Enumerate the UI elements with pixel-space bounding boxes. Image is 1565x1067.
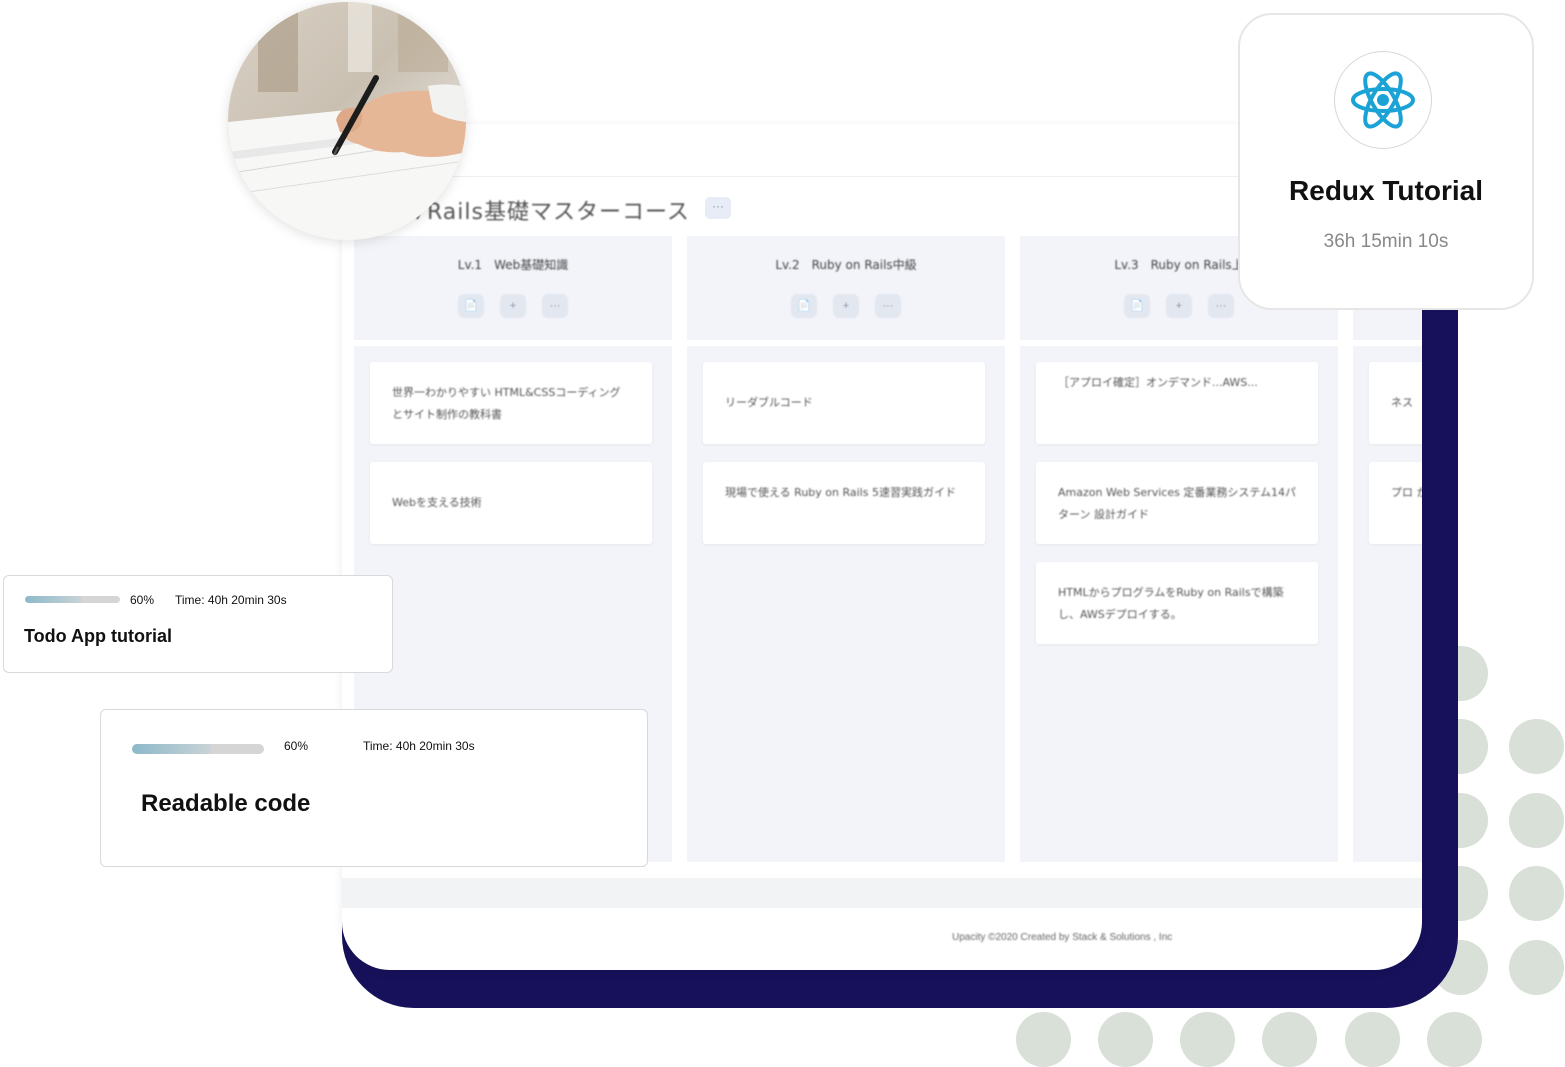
card-title: Webを支える技術 xyxy=(392,496,482,509)
card-title: ネス xyxy=(1391,396,1413,409)
card-title: リーダブルコード xyxy=(725,396,813,409)
course-time: 36h 15min 10s xyxy=(1323,231,1449,252)
document-icon[interactable]: 📄 xyxy=(458,294,484,318)
board-column: ネス プロ からい xyxy=(1353,236,1422,862)
book-card[interactable]: Webを支える技術 xyxy=(370,462,652,544)
book-card[interactable]: リーダブルコード xyxy=(703,362,985,444)
board-column: Lv.2 Ruby on Rails中級 📄 + ··· リーダブルコード 現場で使… xyxy=(687,236,1005,862)
todo-course-card[interactable]: 60% Time: 40h 20min 30s Todo App tutoria… xyxy=(3,575,393,673)
horizontal-scrollbar[interactable] xyxy=(342,878,1422,908)
card-title: プロ からい xyxy=(1391,486,1422,499)
decor-dot xyxy=(1509,940,1564,995)
decor-dot xyxy=(1098,1012,1153,1067)
course-title: Todo App tutorial xyxy=(24,626,172,646)
card-title: 現場で使える Ruby on Rails 5速習実践ガイド xyxy=(725,486,956,499)
decor-dot xyxy=(1509,719,1564,774)
course-time: Time: 40h 20min 30s xyxy=(175,593,287,607)
course-title: Redux Tutorial xyxy=(1289,175,1483,206)
board-column: Lv.3 Ruby on Rails上 📄 + ··· ［アプロイ確定］オンデマンド… xyxy=(1020,236,1338,862)
column-title: Lv.2 Ruby on Rails中級 xyxy=(775,258,917,272)
react-logo-ring xyxy=(1334,51,1432,149)
decor-dot xyxy=(1180,1012,1235,1067)
decor-dot xyxy=(1016,1012,1071,1067)
decor-dot xyxy=(1345,1012,1400,1067)
column-header: Lv.2 Ruby on Rails中級 📄 + ··· xyxy=(687,236,1005,346)
writing-photo xyxy=(228,2,466,240)
progress-fill xyxy=(132,744,212,754)
progress-fill xyxy=(25,596,82,603)
book-card[interactable]: Amazon Web Services 定番業務システム14パターン 設計ガイド xyxy=(1036,462,1318,544)
book-card[interactable]: ネス xyxy=(1369,362,1422,444)
card-title: HTMLからプログラムをRuby on Railsで構築し、AWSデプロイする。 xyxy=(1058,586,1284,621)
document-icon[interactable]: 📄 xyxy=(1124,294,1150,318)
more-icon[interactable]: ··· xyxy=(1208,294,1234,318)
course-time: Time: 40h 20min 30s xyxy=(363,739,475,753)
progress-percent: 60% xyxy=(130,593,155,607)
hand-writing-illustration xyxy=(228,2,466,240)
book-card[interactable]: HTMLからプログラムをRuby on Railsで構築し、AWSデプロイする。 xyxy=(1036,562,1318,644)
decor-dot xyxy=(1427,1012,1482,1067)
progress-bar xyxy=(132,744,264,754)
board-title: 7Rails基礎マスターコース xyxy=(412,200,690,225)
card-title: ［アプロイ確定］オンデマンド...AWS... xyxy=(1058,376,1258,389)
more-icon[interactable]: ··· xyxy=(542,294,568,318)
column-header: Lv.1 Web基礎知識 📄 + ··· xyxy=(354,236,672,346)
footer-copyright: Upacity ©2020 Created by Stack & Solutio… xyxy=(952,932,1173,943)
redux-tutorial-card[interactable]: Redux Tutorial 36h 15min 10s xyxy=(1238,13,1534,310)
book-card[interactable]: ［アプロイ確定］オンデマンド...AWS... xyxy=(1036,362,1318,444)
book-card[interactable]: 現場で使える Ruby on Rails 5速習実践ガイド xyxy=(703,462,985,544)
decor-dot xyxy=(1509,866,1564,921)
document-icon[interactable]: 📄 xyxy=(791,294,817,318)
book-card[interactable]: 世界一わかりやすい HTML&CSSコーディングとサイト制作の教科書 xyxy=(370,362,652,444)
decor-dot xyxy=(1262,1012,1317,1067)
progress-bar xyxy=(25,596,120,603)
course-title: Readable code xyxy=(141,790,311,817)
more-icon[interactable]: ··· xyxy=(875,294,901,318)
card-title: 世界一わかりやすい HTML&CSSコーディングとサイト制作の教科書 xyxy=(392,386,621,421)
progress-percent: 60% xyxy=(284,739,309,753)
react-atom-icon xyxy=(1351,71,1415,129)
add-icon[interactable]: + xyxy=(833,294,859,318)
add-icon[interactable]: + xyxy=(500,294,526,318)
readable-code-course-card[interactable]: 60% Time: 40h 20min 30s Readable code xyxy=(100,709,648,867)
decor-dot xyxy=(1509,793,1564,848)
card-title: Amazon Web Services 定番業務システム14パターン 設計ガイド xyxy=(1058,486,1296,521)
board-menu-button[interactable]: ··· xyxy=(705,197,731,219)
add-icon[interactable]: + xyxy=(1166,294,1192,318)
book-card[interactable]: プロ からい xyxy=(1369,462,1422,544)
column-title: Lv.1 Web基礎知識 xyxy=(457,258,569,272)
